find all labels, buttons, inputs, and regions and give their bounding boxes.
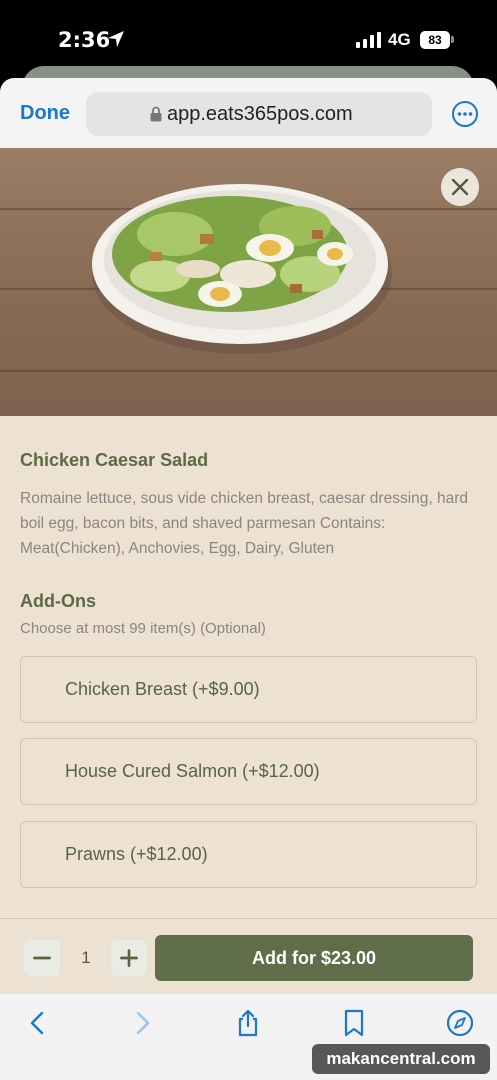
action-bar: 1 Add for $23.00: [0, 918, 497, 994]
watermark: makancentral.com: [312, 1044, 490, 1074]
url-text: app.eats365pos.com: [167, 103, 353, 125]
increase-quantity-button[interactable]: [110, 939, 148, 977]
item-details: Chicken Caesar Salad Romaine lettuce, so…: [0, 416, 497, 918]
addon-option-chicken-breast[interactable]: Chicken Breast (+$9.00): [20, 656, 477, 723]
addon-label: House Cured Salmon (+$12.00): [65, 761, 320, 781]
more-options-icon[interactable]: [451, 100, 479, 128]
browser-header: Done app.eats365pos.com: [0, 78, 497, 148]
add-to-order-button[interactable]: Add for $23.00: [155, 935, 473, 981]
compass-icon[interactable]: [445, 1008, 475, 1038]
url-bar[interactable]: app.eats365pos.com: [86, 92, 432, 136]
share-icon[interactable]: [233, 1008, 263, 1038]
salad-bowl-illustration: [92, 184, 392, 354]
addon-label: Prawns (+$12.00): [65, 844, 208, 864]
decrease-quantity-button[interactable]: [23, 939, 61, 977]
item-title: Chicken Caesar Salad: [20, 450, 209, 470]
bookmarks-icon[interactable]: [339, 1008, 369, 1038]
quantity-value: 1: [81, 948, 91, 967]
addons-title: Add-Ons: [20, 591, 96, 611]
item-description: Romaine lettuce, sous vide chicken breas…: [20, 490, 469, 557]
network-type: 4G: [388, 30, 411, 49]
battery-icon: 83: [420, 31, 450, 49]
lock-icon: [150, 106, 162, 122]
forward-icon[interactable]: [127, 1008, 157, 1038]
signal-icon: [356, 32, 381, 48]
status-time: 2:36: [58, 28, 111, 52]
addon-option-prawns[interactable]: Prawns (+$12.00): [20, 821, 477, 888]
location-arrow-icon: [108, 31, 124, 47]
addon-option-house-cured-salmon[interactable]: House Cured Salmon (+$12.00): [20, 738, 477, 805]
battery-tip: [451, 36, 454, 43]
back-icon[interactable]: [23, 1008, 53, 1038]
close-icon[interactable]: [441, 168, 479, 206]
done-button[interactable]: Done: [20, 102, 70, 125]
addon-label: Chicken Breast (+$9.00): [65, 679, 260, 699]
wood-grain: [0, 370, 497, 372]
addons-subtitle: Choose at most 99 item(s) (Optional): [20, 620, 266, 637]
item-photo: [0, 148, 497, 416]
